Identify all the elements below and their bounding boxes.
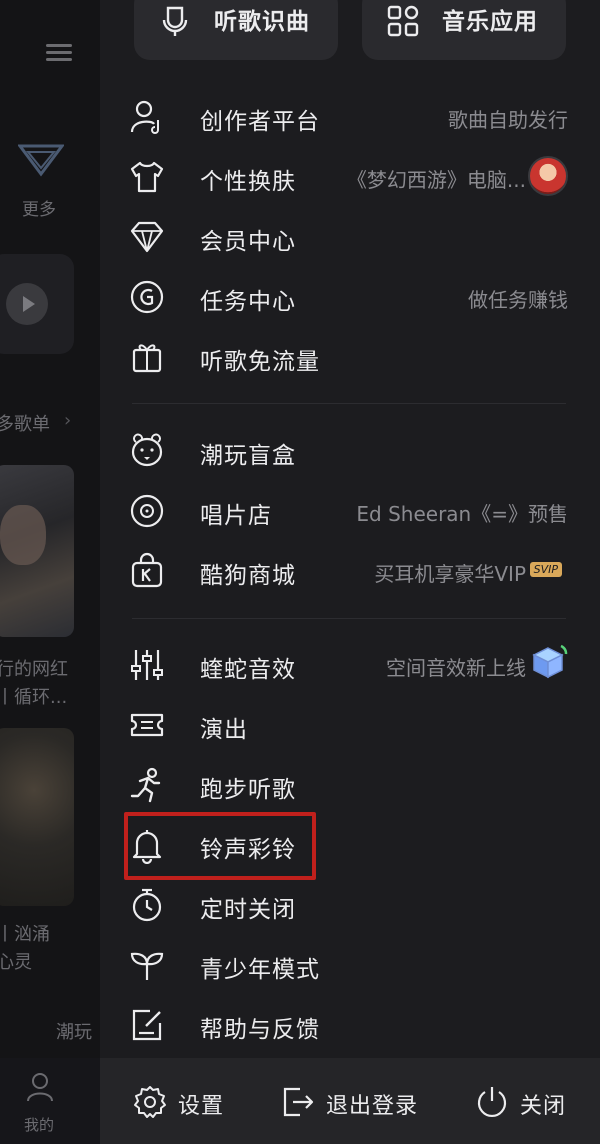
menu-item-label: 创作者平台 — [200, 109, 320, 135]
ringtone-highlight-box — [124, 812, 316, 880]
menu-item-label: 潮玩盲盒 — [200, 443, 296, 469]
user-icon[interactable] — [26, 1072, 54, 1102]
trend-tab-label[interactable]: 潮玩 — [56, 1018, 92, 1044]
music-apps-label: 音乐应用 — [442, 9, 538, 35]
menu-item-hint: 买耳机享豪华VIP — [374, 562, 526, 586]
skin-avatar-image — [528, 156, 568, 196]
menu-item-hint: 《梦幻西游》电脑... — [346, 168, 526, 192]
menu-item-mall[interactable]: 酷狗商城 买耳机享豪华VIP SVIP — [128, 546, 568, 596]
menu-item-hint: 空间音效新上线 — [386, 656, 526, 680]
song-title-1-line2: 丨循环... — [0, 687, 68, 708]
power-icon — [477, 1087, 507, 1117]
menu-item-timer[interactable]: 定时关闭 — [128, 880, 568, 930]
sprout-icon — [128, 946, 166, 984]
settings-label: 设置 — [178, 1094, 225, 1119]
menu-item-skin[interactable]: 个性换肤 《梦幻西游》电脑... — [128, 152, 568, 202]
play-icon[interactable] — [6, 283, 48, 325]
song-title-2-line1: 丨汹涌 — [0, 924, 50, 945]
menu-item-label: 任务中心 — [200, 289, 296, 315]
menu-item-record-store[interactable]: 唱片店 Ed Sheeran《=》预售 — [128, 486, 568, 536]
menu-item-free-flow[interactable]: 听歌免流量 — [128, 332, 568, 382]
menu-item-blind-box[interactable]: 潮玩盲盒 — [128, 426, 568, 476]
music-apps-button[interactable]: 音乐应用 — [362, 0, 566, 60]
section-divider — [132, 618, 566, 619]
song-recognition-button[interactable]: 听歌识曲 — [134, 0, 338, 60]
cover-face-image — [0, 505, 46, 565]
menu-item-label: 蝰蛇音效 — [200, 657, 296, 683]
vinyl-record-icon — [128, 492, 166, 530]
apps-grid-icon — [387, 5, 419, 37]
song-cover-2[interactable] — [0, 728, 74, 906]
menu-item-youth-mode[interactable]: 青少年模式 — [128, 940, 568, 990]
diamond-icon — [128, 218, 166, 256]
coin-icon — [128, 278, 166, 316]
3d-cube-icon — [532, 644, 568, 679]
side-drawer: 听歌识曲 音乐应用 创作者平台 歌曲自助发行 个性换肤 《梦幻西游》电脑... … — [100, 0, 600, 1144]
logout-button[interactable]: 退出登录 — [280, 1084, 430, 1122]
equalizer-icon — [128, 646, 166, 684]
svip-badge: SVIP — [529, 562, 562, 577]
menu-item-label: 跑步听歌 — [200, 777, 296, 803]
menu-item-creator[interactable]: 创作者平台 歌曲自助发行 — [128, 92, 568, 142]
song-title-2-line2: 心灵 — [0, 952, 32, 973]
section-divider — [132, 403, 566, 404]
microphone-icon — [162, 6, 188, 36]
menu-item-show[interactable]: 演出 — [128, 700, 568, 750]
creator-icon — [128, 98, 166, 136]
menu-item-label: 演出 — [200, 717, 248, 743]
menu-item-sound-effect[interactable]: 蝰蛇音效 空间音效新上线 — [128, 640, 568, 690]
background-app-panel: 更多 多歌单 › 行的网红 丨循环... 丨汹涌 心灵 潮玩 我的 — [0, 0, 100, 1144]
gift-icon — [128, 338, 166, 376]
drawer-bottom-bar: 设置 退出登录 关闭 — [100, 1058, 600, 1144]
settings-button[interactable]: 设置 — [132, 1084, 242, 1122]
close-label: 关闭 — [520, 1094, 567, 1119]
playlist-label[interactable]: 多歌单 — [0, 410, 50, 436]
close-button[interactable]: 关闭 — [474, 1084, 574, 1122]
tshirt-icon — [128, 158, 166, 196]
menu-item-task[interactable]: 任务中心 做任务赚钱 — [128, 272, 568, 322]
stopwatch-icon — [128, 886, 166, 924]
menu-item-hint: Ed Sheeran《=》预售 — [356, 502, 568, 526]
me-tab-label[interactable]: 我的 — [24, 1114, 54, 1135]
gear-icon — [134, 1086, 166, 1118]
app-logo-icon — [18, 144, 64, 177]
menu-item-hint: 歌曲自助发行 — [448, 108, 568, 132]
menu-item-label: 听歌免流量 — [200, 349, 320, 375]
menu-item-hint: 做任务赚钱 — [468, 288, 568, 312]
menu-item-running[interactable]: 跑步听歌 — [128, 760, 568, 810]
menu-item-label: 酷狗商城 — [200, 563, 296, 589]
menu-item-vip[interactable]: 会员中心 — [128, 212, 568, 262]
menu-item-label: 定时关闭 — [200, 897, 296, 923]
shopping-bag-icon — [128, 552, 166, 590]
menu-item-label: 会员中心 — [200, 229, 296, 255]
menu-item-label: 帮助与反馈 — [200, 1017, 320, 1043]
menu-item-label: 唱片店 — [200, 503, 272, 529]
running-icon — [128, 766, 166, 804]
song-recognition-label: 听歌识曲 — [214, 9, 310, 35]
ticket-icon — [128, 706, 166, 744]
chevron-right-icon: › — [64, 410, 72, 431]
logout-label: 退出登录 — [326, 1094, 419, 1119]
hamburger-menu-icon[interactable] — [46, 40, 72, 66]
menu-item-label: 个性换肤 — [200, 169, 296, 195]
more-label[interactable]: 更多 — [22, 195, 56, 220]
logout-icon — [283, 1087, 314, 1117]
feedback-edit-icon — [128, 1006, 166, 1044]
bear-face-icon — [128, 432, 166, 470]
menu-item-help[interactable]: 帮助与反馈 — [128, 1000, 568, 1050]
menu-item-label: 青少年模式 — [200, 957, 320, 983]
song-title-1-line1: 行的网红 — [0, 659, 68, 680]
